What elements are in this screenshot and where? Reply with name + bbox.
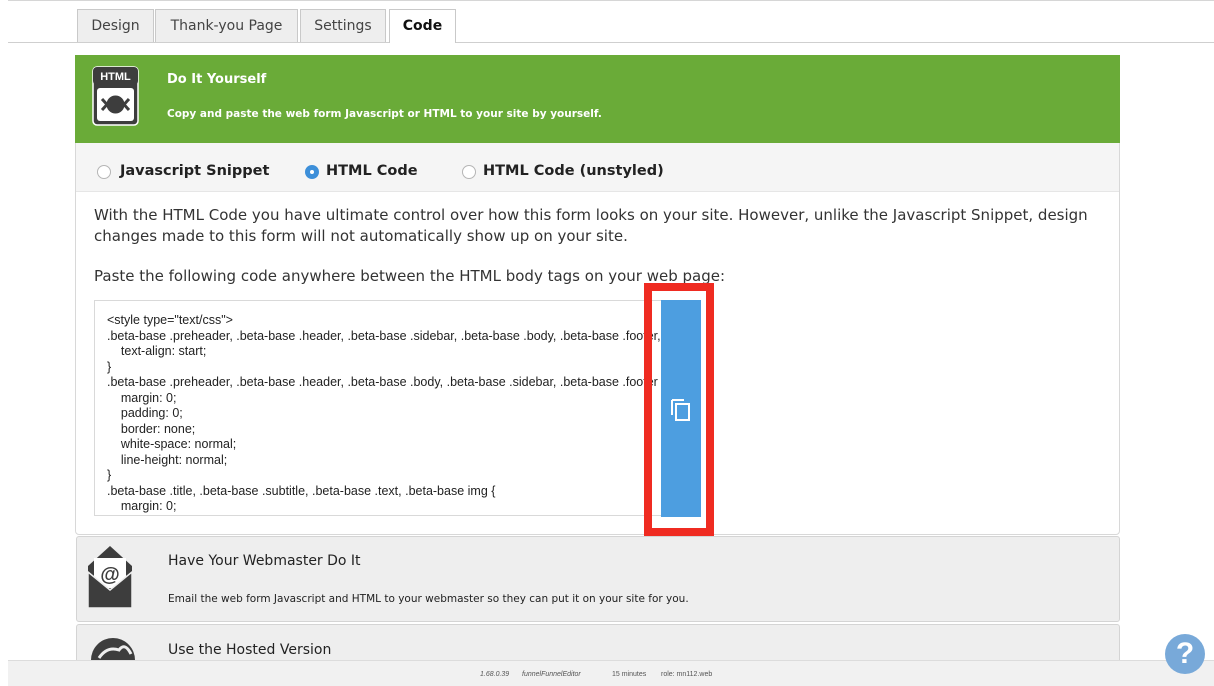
footer-time: 15 minutes bbox=[612, 671, 647, 678]
html-code-icon: HTML bbox=[92, 66, 139, 126]
radio-html-code-unstyled[interactable] bbox=[462, 165, 476, 179]
top-border bbox=[8, 0, 1214, 1]
tab-design[interactable]: Design bbox=[77, 9, 154, 42]
code-content[interactable]: <style type="text/css"> .beta-base .preh… bbox=[95, 301, 665, 515]
diy-title: Do It Yourself bbox=[167, 72, 267, 87]
copy-button-highlight bbox=[644, 283, 714, 536]
tabs-baseline bbox=[8, 42, 1214, 43]
webmaster-section[interactable] bbox=[76, 536, 1120, 622]
globe-icon bbox=[91, 638, 135, 660]
tab-settings[interactable]: Settings bbox=[300, 9, 386, 42]
footer-version: 1.68.0.39 bbox=[480, 671, 510, 678]
radio-html-code[interactable] bbox=[305, 165, 319, 179]
status-footer: 1.68.0.39 funnelFunnelEditor 15 minutes … bbox=[8, 660, 1214, 686]
svg-text:@: @ bbox=[100, 564, 120, 586]
webmaster-title: Have Your Webmaster Do It bbox=[168, 553, 361, 569]
radio-label-javascript-snippet[interactable]: Javascript Snippet bbox=[120, 163, 269, 179]
radio-javascript-snippet[interactable] bbox=[97, 165, 111, 179]
info-text-line-1: With the HTML Code you have ultimate con… bbox=[94, 206, 1088, 224]
tab-code[interactable]: Code bbox=[389, 9, 456, 43]
info-text-line-2: changes made to this form will not autom… bbox=[94, 227, 628, 245]
hosted-version-title: Use the Hosted Version bbox=[168, 642, 332, 658]
diy-description: Copy and paste the web form Javascript o… bbox=[167, 108, 602, 120]
tab-thank-you-page[interactable]: Thank-you Page bbox=[155, 9, 298, 42]
html-icon-label: HTML bbox=[100, 71, 131, 83]
paste-instruction: Paste the following code anywhere betwee… bbox=[94, 267, 726, 285]
footer-role: role: mn112.web bbox=[661, 671, 713, 678]
footer-editor: funnelFunnelEditor bbox=[522, 671, 581, 678]
radio-label-html-code[interactable]: HTML Code bbox=[326, 163, 418, 179]
diy-header[interactable] bbox=[75, 55, 1120, 143]
help-button[interactable]: ? bbox=[1165, 634, 1205, 674]
webmaster-description: Email the web form Javascript and HTML t… bbox=[168, 593, 689, 605]
code-textarea[interactable]: <style type="text/css"> .beta-base .preh… bbox=[94, 300, 666, 516]
radio-label-html-code-unstyled[interactable]: HTML Code (unstyled) bbox=[483, 163, 664, 179]
email-envelope-icon: @ bbox=[87, 546, 133, 609]
